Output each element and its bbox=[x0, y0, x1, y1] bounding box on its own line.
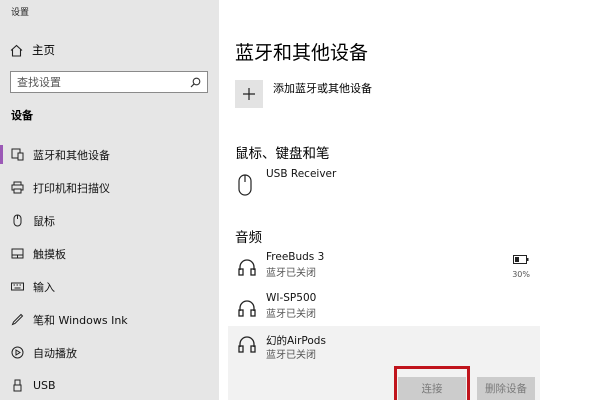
sidebar-item-bluetooth[interactable]: 蓝牙和其他设备 bbox=[0, 138, 219, 171]
battery-indicator: 30% bbox=[512, 249, 530, 279]
sidebar-item-label: USB bbox=[33, 379, 56, 392]
home-nav-item[interactable]: 主页 bbox=[10, 40, 55, 60]
autoplay-icon bbox=[10, 345, 24, 359]
section-title: 设备 bbox=[11, 109, 33, 122]
home-icon bbox=[10, 44, 23, 57]
device-status: 蓝牙已关闭 bbox=[266, 268, 316, 279]
sidebar-item-pen[interactable]: 笔和 Windows Ink bbox=[0, 303, 219, 336]
add-device-button[interactable]: 添加蓝牙或其他设备 bbox=[235, 80, 372, 108]
main-content: 蓝牙和其他设备 添加蓝牙或其他设备 鼠标、键盘和笔 USB Receiver 音… bbox=[219, 0, 600, 400]
device-status: 蓝牙已关闭 bbox=[266, 309, 316, 320]
device-usb-receiver[interactable]: USB Receiver bbox=[228, 164, 540, 206]
search-placeholder: 查找设置 bbox=[17, 76, 61, 89]
sidebar-item-printers[interactable]: 打印机和扫描仪 bbox=[0, 171, 219, 204]
sidebar-item-input[interactable]: 输入 bbox=[0, 270, 219, 303]
home-label: 主页 bbox=[32, 43, 55, 57]
input-group-title: 鼠标、键盘和笔 bbox=[235, 146, 330, 162]
plus-icon bbox=[243, 88, 255, 100]
sidebar-item-label: 鼠标 bbox=[33, 214, 55, 228]
sidebar-item-usb[interactable]: USB bbox=[0, 369, 219, 400]
device-freebuds-3[interactable]: FreeBuds 3 蓝牙已关闭 30% bbox=[228, 247, 540, 289]
page-title: 蓝牙和其他设备 bbox=[235, 42, 369, 64]
device-name: FreeBuds 3 bbox=[266, 251, 325, 263]
window-title: 设置 bbox=[11, 8, 30, 18]
printer-icon bbox=[10, 180, 24, 194]
keyboard-icon bbox=[10, 279, 24, 293]
sidebar-item-autoplay[interactable]: 自动播放 bbox=[0, 336, 219, 369]
device-status: 蓝牙已关闭 bbox=[266, 350, 316, 361]
highlight-box bbox=[394, 366, 470, 400]
usb-icon bbox=[10, 378, 24, 392]
sidebar-nav: 蓝牙和其他设备 打印机和扫描仪 鼠标 触摸板 输入 笔和 Windows Ink… bbox=[0, 138, 219, 400]
sidebar-item-label: 打印机和扫描仪 bbox=[33, 181, 110, 195]
sidebar-item-label: 触摸板 bbox=[33, 247, 66, 261]
search-icon[interactable] bbox=[190, 77, 201, 88]
headphones-icon bbox=[237, 334, 257, 358]
mouse-icon bbox=[237, 174, 253, 200]
remove-device-button[interactable]: 删除设备 bbox=[477, 377, 535, 400]
headphones-icon bbox=[237, 257, 257, 281]
bluetooth-devices-icon bbox=[10, 147, 24, 161]
sidebar: 设置 主页 查找设置 设备 蓝牙和其他设备 打印机和扫描仪 鼠标 触摸板 输入 bbox=[0, 0, 219, 400]
battery-percent: 30% bbox=[512, 270, 530, 279]
device-name: USB Receiver bbox=[266, 168, 337, 180]
pen-icon bbox=[10, 312, 24, 326]
sidebar-item-label: 蓝牙和其他设备 bbox=[33, 148, 110, 162]
headphones-icon bbox=[237, 298, 257, 322]
audio-group-title: 音频 bbox=[235, 230, 262, 246]
sidebar-item-mouse[interactable]: 鼠标 bbox=[0, 204, 219, 237]
sidebar-item-label: 输入 bbox=[33, 280, 55, 294]
battery-icon bbox=[513, 255, 529, 264]
sidebar-item-label: 自动播放 bbox=[33, 346, 77, 360]
touchpad-icon bbox=[10, 246, 24, 260]
sidebar-item-label: 笔和 Windows Ink bbox=[33, 313, 128, 327]
add-device-label: 添加蓝牙或其他设备 bbox=[273, 82, 372, 95]
device-wi-sp500[interactable]: WI-SP500 蓝牙已关闭 bbox=[228, 288, 540, 330]
device-name: WI-SP500 bbox=[266, 292, 317, 304]
sidebar-item-touchpad[interactable]: 触摸板 bbox=[0, 237, 219, 270]
search-input[interactable]: 查找设置 bbox=[10, 71, 208, 93]
mouse-icon bbox=[10, 213, 24, 227]
add-box[interactable] bbox=[235, 80, 263, 108]
